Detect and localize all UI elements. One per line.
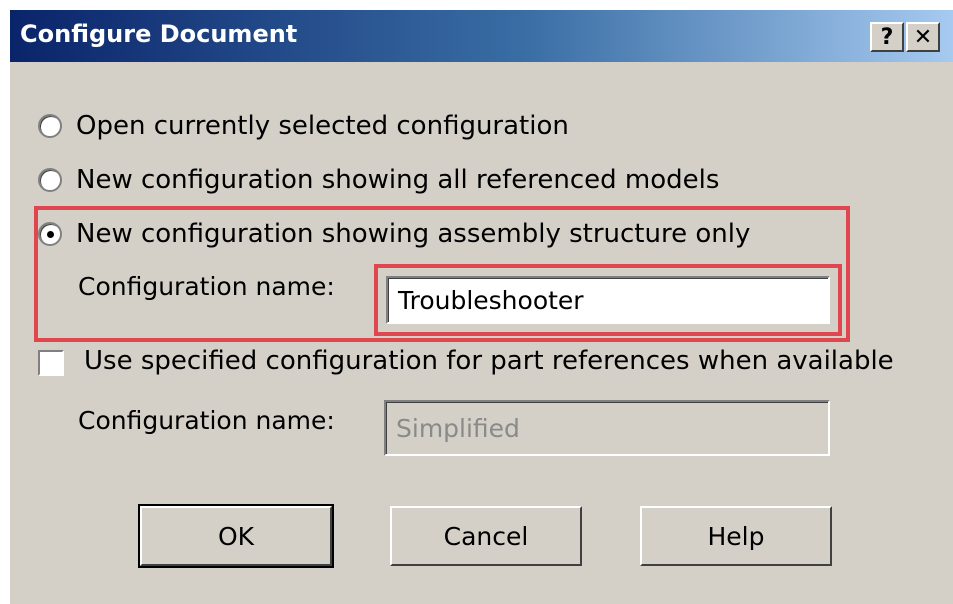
close-icon: ✕ (913, 24, 933, 50)
dialog-title: Configure Document (20, 20, 298, 48)
option-all-referenced[interactable]: New configuration showing all referenced… (38, 160, 719, 200)
option-assembly-structure[interactable]: New configuration showing assembly struc… (38, 214, 750, 254)
help-button[interactable]: Help (640, 506, 832, 566)
option-all-referenced-label: New configuration showing all referenced… (76, 165, 720, 195)
config-name-input[interactable]: Troubleshooter (386, 276, 830, 324)
configure-document-dialog: Configure Document ? ✕ Open currently se… (8, 8, 953, 604)
part-references-label: Use specified configuration for part ref… (84, 346, 894, 376)
close-button[interactable]: ✕ (906, 22, 940, 52)
radio-assembly-structure[interactable] (38, 222, 62, 246)
part-config-name-label: Configuration name: (78, 406, 335, 435)
option-assembly-structure-label: New configuration showing assembly struc… (76, 219, 751, 249)
cancel-button[interactable]: Cancel (390, 506, 582, 566)
config-name-label: Configuration name: (78, 272, 335, 301)
radio-open-current[interactable] (38, 114, 62, 138)
question-mark-icon: ? (880, 24, 894, 50)
help-title-button[interactable]: ? (870, 22, 904, 52)
title-bar[interactable]: Configure Document ? ✕ (10, 10, 953, 62)
option-open-current-label: Open currently selected configuration (76, 111, 569, 141)
radio-all-referenced[interactable] (38, 168, 62, 192)
part-config-name-input[interactable]: Simplified (384, 400, 830, 456)
option-open-current[interactable]: Open currently selected configuration (38, 106, 569, 146)
ok-button[interactable]: OK (138, 504, 334, 568)
part-references-checkbox[interactable] (38, 350, 64, 376)
